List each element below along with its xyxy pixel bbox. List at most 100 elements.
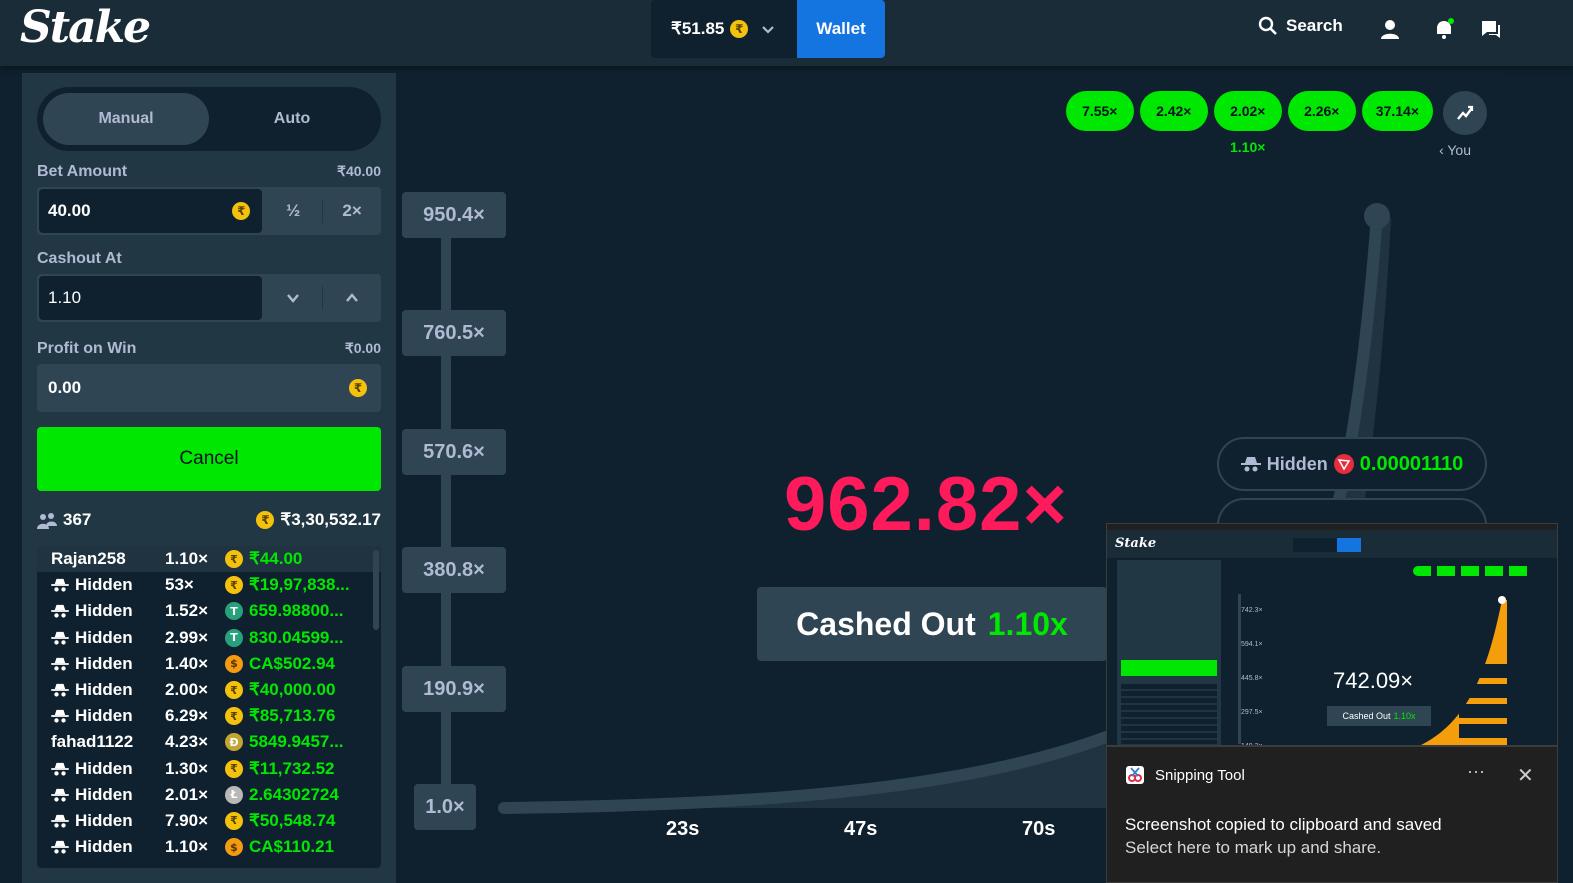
search-button[interactable]: Search (1258, 16, 1343, 36)
player-multiplier: 1.10× (165, 837, 209, 857)
toast-message: Screenshot copied to clipboard and saved… (1125, 813, 1442, 859)
player-name-cell: Hidden (51, 628, 165, 648)
snipping-tool-notification[interactable]: Snipping Tool ··· ✕ Screenshot copied to… (1106, 746, 1558, 883)
player-row[interactable]: Hidden 1.30× ₹ ₹11,732.52 (37, 756, 381, 782)
cashed-out-value: 1.10x (987, 605, 1068, 642)
preview-pills (1459, 664, 1527, 744)
hidden-user-icon (51, 683, 69, 697)
player-name: Hidden (75, 837, 133, 857)
tab-manual[interactable]: Manual (43, 93, 209, 145)
cad-coin-icon: $ (225, 838, 243, 857)
chevron-up-icon (346, 293, 358, 302)
scrollbar[interactable] (373, 550, 379, 630)
bet-amount-label-row: Bet Amount ₹40.00 (37, 163, 381, 181)
player-win: ₹ ₹19,97,838... (225, 575, 350, 595)
cashout-decrease-button[interactable] (264, 274, 322, 322)
half-bet-button[interactable]: ½ (264, 187, 322, 235)
hidden-user-icon (51, 605, 69, 619)
rupee-coin-icon: ₹ (225, 707, 243, 726)
cashout-value: 1.10 (48, 288, 82, 307)
preview-cashed-value: 1.10x (1393, 711, 1416, 721)
player-win-amount: ₹11,732.52 (249, 758, 335, 778)
player-row[interactable]: Hidden 1.40× $ CA$502.94 (37, 651, 381, 677)
notification-bell-icon[interactable] (1432, 17, 1456, 41)
player-multiplier: 1.52× (165, 601, 209, 621)
player-name: Hidden (75, 758, 133, 778)
preview-cashed-label: Cashed Out (1342, 711, 1391, 721)
screenshot-preview[interactable]: Stake 742.3× 594.1× 445.8× 297.5× 149.3×… (1106, 523, 1558, 746)
wallet-button[interactable]: Wallet (797, 0, 885, 58)
player-win-amount: 830.04599... (249, 627, 344, 647)
player-name: Hidden (75, 810, 133, 830)
player-multiplier: 2.99× (165, 627, 209, 647)
player-row[interactable]: Hidden 53× ₹ ₹19,97,838... (37, 572, 381, 598)
player-row[interactable]: Hidden 7.90× ₹ ₹50,548.74 (37, 808, 381, 834)
player-multiplier: 1.30× (165, 758, 209, 778)
player-bets-list[interactable]: Rajan258 1.10× ₹ ₹44.00 Hidden 53× ₹ ₹19,97,838… (37, 546, 381, 868)
player-name-cell: Hidden (51, 601, 165, 621)
bet-amount-input[interactable]: 40.00 ₹ (39, 189, 263, 233)
tab-auto[interactable]: Auto (209, 93, 375, 145)
cashout-label: Cashout At (37, 250, 122, 267)
double-bet-button[interactable]: 2× (323, 187, 381, 235)
preview-cashed-out: Cashed Out 1.10x (1327, 706, 1431, 726)
hidden-user-icon (51, 814, 69, 828)
toast-close-button[interactable]: ✕ (1517, 763, 1534, 788)
player-row[interactable]: Hidden 2.99× T 830.04599... (37, 625, 381, 651)
player-name: Hidden (75, 575, 133, 595)
player-name: Hidden (75, 601, 133, 621)
player-name-cell: Hidden (51, 759, 165, 779)
search-label: Search (1286, 16, 1343, 35)
player-win-amount: ₹85,713.76 (249, 706, 336, 726)
player-row[interactable]: Hidden 1.52× T 659.98800... (37, 598, 381, 624)
rupee-coin-icon: ₹ (225, 550, 243, 569)
player-multiplier: 1.10× (165, 549, 209, 569)
players-icon (37, 513, 57, 529)
bet-stats: 367 ₹ ₹3,30,532.17 (37, 509, 381, 531)
player-win: ₹ ₹44.00 (225, 549, 302, 569)
player-count: 367 (63, 510, 92, 529)
player-name-cell: fahad1122 (51, 732, 165, 752)
stake-logo[interactable]: Stake (20, 2, 151, 53)
player-row[interactable]: Hidden 1.10× $ CA$110.21 (37, 834, 381, 860)
player-name: Hidden (75, 680, 133, 700)
player-row[interactable]: Hidden 2.00× ₹ ₹40,000.00 (37, 677, 381, 703)
player-name: Hidden (75, 653, 133, 673)
player-name: Hidden (75, 627, 133, 647)
toast-message-sub: Select here to mark up and share. (1125, 838, 1382, 857)
player-row[interactable]: Hidden 6.29× ₹ ₹85,713.76 (37, 703, 381, 729)
cashout-increase-button[interactable] (323, 274, 381, 322)
cashed-out-banner: Cashed Out 1.10x (757, 587, 1107, 661)
player-win: Ł 2.64302724 (225, 785, 339, 805)
profit-label: Profit on Win (37, 340, 137, 357)
player-win-amount: 659.98800... (249, 601, 344, 621)
player-row[interactable]: Hidden 2.01× Ł 2.64302724 (37, 782, 381, 808)
current-multiplier: 962.82× (784, 462, 1068, 547)
player-win-amount: 2.64302724 (249, 784, 339, 804)
tether-coin-icon: T (225, 628, 243, 647)
hidden-user-icon (51, 841, 69, 854)
player-row[interactable]: Rajan258 1.10× ₹ ₹44.00 (37, 546, 381, 573)
player-win: ₹ ₹11,732.52 (225, 759, 335, 779)
hidden-user-icon (51, 631, 69, 645)
toast-more-button[interactable]: ··· (1467, 761, 1485, 782)
cashout-input[interactable]: 1.10 (39, 276, 263, 320)
player-name: fahad1122 (51, 732, 134, 752)
player-multiplier: 53× (165, 575, 194, 595)
chevron-down-icon (762, 26, 775, 34)
rupee-coin-icon: ₹ (225, 681, 243, 700)
cancel-bet-button[interactable]: Cancel (37, 427, 381, 491)
chat-icon[interactable] (1479, 17, 1503, 41)
bet-mode-toggle: Manual Auto (37, 87, 381, 151)
player-name-cell: Hidden (51, 706, 165, 726)
player-name: Hidden (75, 784, 133, 804)
bet-amount-display: ₹40.00 (337, 163, 381, 179)
player-name-cell: Rajan258 (51, 549, 165, 569)
player-row[interactable]: fahad1122 4.23× Ð 5849.9457... (37, 729, 381, 755)
bet-sidebar: Manual Auto Bet Amount ₹40.00 40.00 ₹ ½ … (22, 73, 396, 883)
balance-selector[interactable]: ₹51.85 ₹ (651, 0, 797, 58)
user-icon[interactable] (1378, 17, 1402, 41)
preview-multiplier: 742.09× (1333, 668, 1414, 693)
player-name-cell: Hidden (51, 680, 165, 700)
x-tick: 47s (844, 818, 878, 840)
